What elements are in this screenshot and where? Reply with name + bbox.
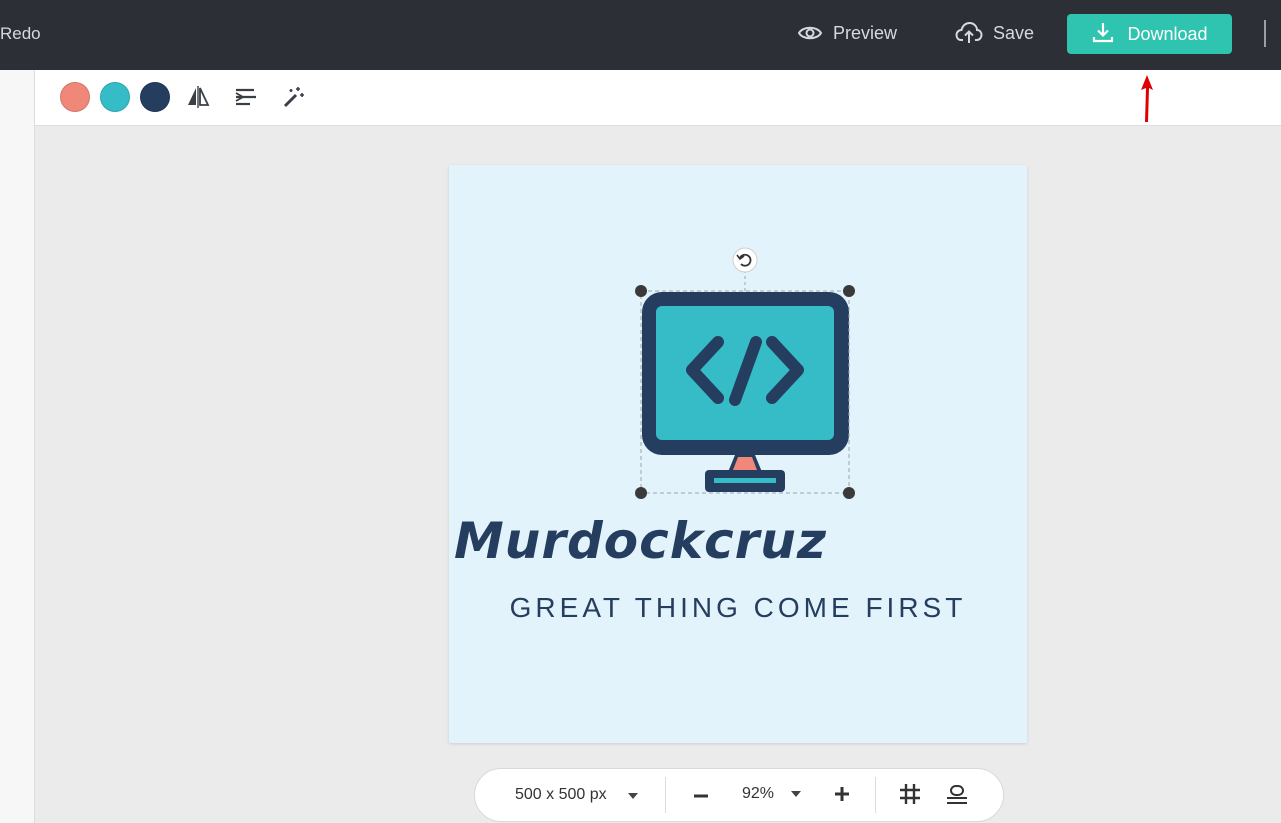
preview-button[interactable]: Preview (797, 20, 897, 46)
chevron-down-icon[interactable] (627, 791, 639, 801)
download-button[interactable]: Download (1067, 14, 1232, 54)
annotation-arrow (1138, 74, 1156, 129)
eye-icon (797, 20, 823, 46)
zoom-bar-divider-2 (875, 777, 876, 813)
color-swatch-teal[interactable] (100, 82, 130, 112)
magic-wand-icon[interactable] (281, 84, 307, 110)
element-toolbar (35, 70, 1281, 126)
zoom-bar-divider (665, 777, 666, 813)
color-swatch-navy[interactable] (140, 82, 170, 112)
cloud-upload-icon (955, 20, 983, 46)
toolbar-divider (1264, 20, 1266, 47)
text-align-icon[interactable] (233, 84, 259, 110)
tagline-text[interactable]: GREAT THING COME FIRST (0, 592, 1281, 624)
brand-name-text[interactable]: Murdockcruz (0, 512, 1281, 570)
zoom-percentage[interactable]: 92% (742, 785, 774, 803)
zoom-out-icon[interactable] (692, 787, 710, 805)
zoom-bar: 500 x 500 px 92% (474, 768, 1004, 822)
save-button[interactable]: Save (955, 20, 1034, 46)
top-toolbar: Redo Preview Save Download (0, 0, 1281, 70)
align-bottom-icon[interactable] (946, 783, 968, 805)
canvas-size-dropdown[interactable]: 500 x 500 px (515, 786, 607, 804)
preview-label: Preview (833, 22, 898, 43)
left-panel-strip (0, 70, 35, 823)
redo-button[interactable]: Redo (0, 24, 41, 44)
zoom-chevron-down-icon[interactable] (790, 789, 802, 799)
grid-icon[interactable] (899, 783, 921, 805)
zoom-in-icon[interactable] (833, 785, 851, 803)
flip-horizontal-icon[interactable] (185, 84, 211, 110)
color-swatch-coral[interactable] (60, 82, 90, 112)
download-label: Download (1127, 23, 1208, 44)
logo-graphic[interactable] (620, 240, 870, 510)
save-label: Save (993, 22, 1035, 43)
download-icon (1091, 20, 1115, 49)
